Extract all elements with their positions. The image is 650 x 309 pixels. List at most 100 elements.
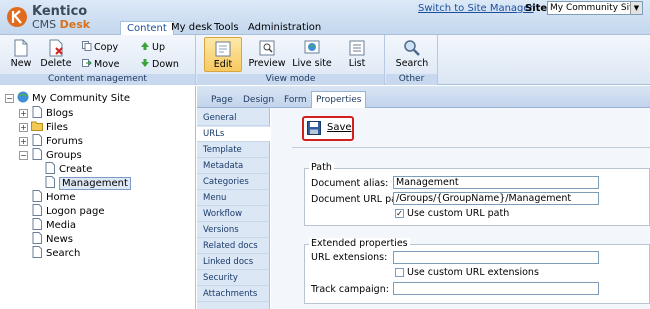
- menu-item-versions[interactable]: Versions: [197, 223, 270, 238]
- menu-item-security[interactable]: Security: [197, 271, 270, 286]
- tab-form[interactable]: Form: [280, 93, 311, 108]
- kentico-logo-icon: [7, 7, 27, 27]
- preview-icon: [259, 40, 275, 56]
- copy-button[interactable]: Copy: [82, 41, 118, 53]
- document-url-path-input[interactable]: /Groups/{GroupName}/Management: [393, 192, 599, 205]
- save-button[interactable]: Save: [327, 122, 352, 133]
- folder-icon: [31, 121, 43, 131]
- page-icon: [32, 106, 42, 118]
- delete-button[interactable]: Delete: [38, 37, 74, 72]
- logo-subtitle: CMS Desk: [32, 18, 91, 31]
- page-icon: [32, 148, 42, 160]
- content-management-label: Content management: [0, 74, 195, 85]
- delete-document-icon: [49, 39, 63, 57]
- up-button[interactable]: Up: [140, 41, 165, 53]
- logo-title: Kentico: [32, 4, 88, 19]
- menu-item-workflow[interactable]: Workflow: [197, 207, 270, 222]
- tree-item-files[interactable]: Files: [31, 120, 68, 134]
- menu-item-linked-docs[interactable]: Linked docs: [197, 255, 270, 270]
- tree-item-media[interactable]: Media: [31, 218, 76, 232]
- globe-icon: [304, 40, 320, 54]
- tree-item-management[interactable]: Management: [44, 176, 131, 190]
- tree-item-forums[interactable]: Forums: [31, 134, 83, 148]
- expand-toggle-blogs[interactable]: +: [19, 109, 28, 118]
- tree-item-blogs[interactable]: Blogs: [31, 106, 73, 120]
- url-extensions-label: URL extensions:: [311, 252, 388, 263]
- menu-item-related-docs[interactable]: Related docs: [197, 239, 270, 254]
- menu-item-template[interactable]: Template: [197, 143, 270, 158]
- content-management-group: New Delete Copy Move Up Down Content man…: [0, 35, 196, 85]
- extended-properties-legend: Extended properties: [309, 238, 410, 249]
- tree-item-create[interactable]: Create: [44, 162, 92, 176]
- track-campaign-input[interactable]: [393, 282, 599, 295]
- view-mode-label: View mode: [197, 74, 384, 85]
- page-icon: [32, 190, 42, 202]
- move-icon: [82, 59, 92, 67]
- use-custom-url-path-label: Use custom URL path: [407, 208, 510, 219]
- tab-page[interactable]: Page: [207, 93, 237, 108]
- properties-menu: General URLs Template Metadata Categorie…: [197, 108, 270, 309]
- search-button[interactable]: Search: [392, 37, 432, 72]
- ribbon-toolbar: New Delete Copy Move Up Down Content man…: [0, 35, 650, 85]
- new-button[interactable]: New: [3, 37, 39, 72]
- edit-icon: [215, 41, 231, 57]
- globe-icon: [17, 91, 29, 103]
- tab-properties[interactable]: Properties: [311, 91, 367, 108]
- view-mode-group: Edit Preview Live site List View mode: [197, 35, 385, 85]
- search-icon: [404, 40, 420, 56]
- divider: [292, 147, 650, 148]
- menu-item-general[interactable]: General: [197, 111, 270, 126]
- tree-root[interactable]: My Community Site: [17, 91, 130, 105]
- document-alias-input[interactable]: Management: [393, 176, 599, 189]
- app-header: Kentico CMS Desk Switch to Site Manager …: [0, 0, 650, 35]
- other-group: Search Other: [386, 35, 438, 85]
- menu-item-urls[interactable]: URLs: [197, 127, 270, 142]
- expand-toggle-files[interactable]: +: [19, 123, 28, 132]
- document-tabs: Page Design Form Properties: [197, 86, 650, 108]
- new-document-icon: [14, 39, 28, 57]
- expand-toggle-forums[interactable]: +: [19, 137, 28, 146]
- use-custom-url-path-checkbox[interactable]: ✓: [395, 209, 404, 218]
- path-legend: Path: [309, 162, 334, 173]
- arrow-up-icon: [141, 42, 149, 50]
- copy-icon: [82, 41, 92, 51]
- chevron-down-icon[interactable]: ▼: [630, 2, 642, 14]
- floppy-disk-icon[interactable]: [307, 121, 321, 135]
- collapse-toggle-groups[interactable]: −: [19, 151, 28, 160]
- tab-design[interactable]: Design: [239, 93, 278, 108]
- tree-item-search[interactable]: Search: [31, 246, 80, 260]
- page-icon: [32, 232, 42, 244]
- url-extensions-input[interactable]: [393, 251, 599, 264]
- move-button[interactable]: Move: [82, 58, 119, 70]
- content-tree: − My Community Site + Blogs + Files + Fo…: [0, 86, 196, 309]
- menu-item-attachments[interactable]: Attachments: [197, 287, 270, 302]
- arrow-down-icon: [141, 59, 149, 67]
- tree-item-logon-page[interactable]: Logon page: [31, 204, 104, 218]
- tree-item-home[interactable]: Home: [31, 190, 76, 204]
- down-button[interactable]: Down: [140, 58, 179, 70]
- switch-to-site-manager-link[interactable]: Switch to Site Manager: [418, 3, 534, 14]
- use-custom-url-extensions-label: Use custom URL extensions: [407, 267, 539, 278]
- tab-tools[interactable]: Tools: [208, 21, 245, 35]
- page-icon: [45, 176, 55, 188]
- track-campaign-label: Track campaign:: [311, 284, 389, 295]
- menu-item-metadata[interactable]: Metadata: [197, 159, 270, 174]
- page-icon: [32, 218, 42, 230]
- other-label: Other: [386, 74, 437, 85]
- menu-item-categories[interactable]: Categories: [197, 175, 270, 190]
- edit-button[interactable]: Edit: [204, 37, 242, 72]
- list-icon: [349, 40, 365, 56]
- page-icon: [32, 246, 42, 258]
- use-custom-url-extensions-checkbox[interactable]: [395, 268, 404, 277]
- collapse-toggle-root[interactable]: −: [5, 94, 14, 103]
- tree-item-groups[interactable]: Groups: [31, 148, 82, 162]
- menu-item-menu[interactable]: Menu: [197, 191, 270, 206]
- preview-button[interactable]: Preview: [248, 37, 286, 72]
- page-icon: [32, 204, 42, 216]
- list-button[interactable]: List: [339, 37, 375, 72]
- tree-item-news[interactable]: News: [31, 232, 73, 246]
- document-alias-label: Document alias:: [311, 178, 389, 189]
- site-select[interactable]: My Community Site ▼: [547, 1, 643, 15]
- tab-administration[interactable]: Administration: [242, 21, 327, 35]
- live-site-button[interactable]: Live site: [292, 37, 332, 72]
